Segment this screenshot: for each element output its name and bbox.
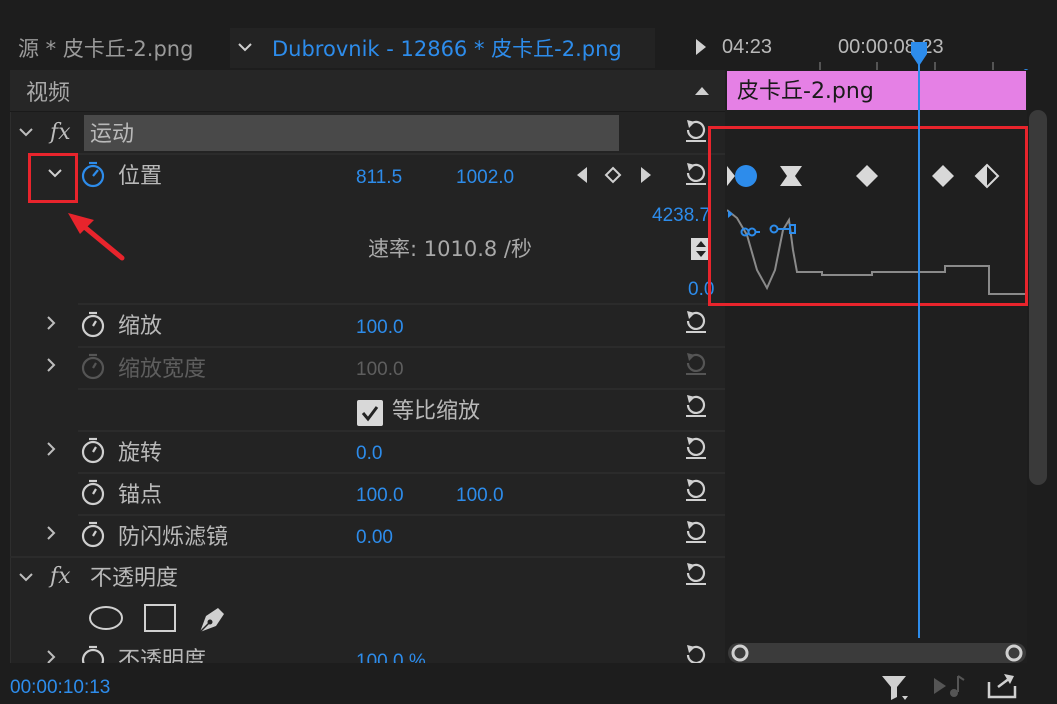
chevron-down-icon[interactable] <box>19 127 33 137</box>
motion-effect-bar[interactable] <box>84 115 619 151</box>
opacity-group-label: 不透明度 <box>90 566 179 591</box>
chevron-right-icon[interactable] <box>46 526 56 540</box>
time-ruler-left: 04:23 <box>722 36 773 58</box>
anti-flicker-value[interactable]: 0.00 <box>356 528 393 547</box>
anti-flicker-label: 防闪烁滤镜 <box>118 525 229 550</box>
vertical-scrollbar[interactable] <box>1029 110 1047 485</box>
rectangle-mask-icon[interactable] <box>143 603 177 633</box>
stopwatch-disabled-icon <box>80 352 106 380</box>
filter-icon[interactable] <box>880 672 910 702</box>
reset-icon[interactable] <box>683 117 709 143</box>
playhead-line[interactable] <box>918 55 920 638</box>
position-x-value[interactable]: 811.5 <box>356 168 402 187</box>
stopwatch-icon[interactable] <box>80 644 106 663</box>
stopwatch-icon[interactable] <box>80 310 106 338</box>
row-divider <box>10 556 725 558</box>
play-triangle-icon[interactable] <box>695 38 707 56</box>
reset-icon[interactable] <box>683 434 709 460</box>
export-icon[interactable] <box>986 672 1018 700</box>
position-y-value[interactable]: 1002.0 <box>456 168 514 187</box>
reset-icon[interactable] <box>683 392 709 418</box>
opacity-row-clip: 不透明度 100.0 % <box>10 640 725 663</box>
row-divider <box>78 388 725 390</box>
scale-value[interactable]: 100.0 <box>356 318 404 337</box>
row-divider <box>78 430 725 432</box>
collapse-up-icon[interactable] <box>694 86 710 96</box>
scale-width-label: 缩放宽度 <box>118 357 207 382</box>
play-audio-icon <box>932 672 966 700</box>
stopwatch-icon[interactable] <box>80 160 106 188</box>
chevron-right-icon[interactable] <box>46 358 56 372</box>
anchor-y-value[interactable]: 100.0 <box>456 486 504 505</box>
reset-icon[interactable] <box>683 560 709 586</box>
tab-sequence[interactable]: Dubrovnik - 12866 * 皮卡丘-2.png <box>272 39 622 60</box>
rotation-label: 旋转 <box>118 441 163 466</box>
current-timecode[interactable]: 00:00:10:13 <box>10 678 110 697</box>
motion-label: 运动 <box>90 122 135 147</box>
chevron-down-icon[interactable] <box>19 572 33 582</box>
zoom-handle-right[interactable] <box>1004 644 1024 664</box>
scale-width-value: 100.0 <box>356 359 404 380</box>
reset-icon[interactable] <box>683 642 709 663</box>
chevron-right-icon[interactable] <box>46 650 56 663</box>
highlight-box-graph <box>708 126 1028 306</box>
reset-disabled-icon <box>683 350 709 376</box>
anchor-x-value[interactable]: 100.0 <box>356 486 404 505</box>
ellipse-mask-icon[interactable] <box>88 605 124 631</box>
chevron-right-icon[interactable] <box>46 316 56 330</box>
opacity-label: 不透明度 <box>118 648 207 664</box>
next-keyframe-icon[interactable] <box>640 166 652 184</box>
video-section-header <box>10 70 725 112</box>
velocity-readout: 速率: 1010.8 /秒 <box>368 237 532 261</box>
anchor-label: 锚点 <box>118 483 163 508</box>
chevron-down-icon[interactable] <box>238 42 252 52</box>
scale-label: 缩放 <box>118 314 163 339</box>
fx-icon[interactable]: fx <box>50 566 71 588</box>
stopwatch-icon[interactable] <box>80 436 106 464</box>
reset-icon[interactable] <box>683 476 709 502</box>
add-keyframe-icon[interactable] <box>604 166 622 184</box>
highlight-box-chevron <box>28 153 78 203</box>
chevron-right-icon[interactable] <box>46 442 56 456</box>
stopwatch-icon[interactable] <box>80 520 106 548</box>
row-divider <box>78 346 725 348</box>
clip-name: 皮卡丘-2.png <box>737 79 874 104</box>
row-divider <box>78 472 725 474</box>
tab-source[interactable]: 源 * 皮卡丘-2.png <box>18 39 193 60</box>
fx-icon[interactable]: fx <box>50 122 71 144</box>
position-label: 位置 <box>118 164 163 189</box>
section-video-label: 视频 <box>26 81 71 106</box>
row-divider <box>78 303 725 305</box>
rotation-value[interactable]: 0.0 <box>356 444 382 463</box>
reset-icon[interactable] <box>683 160 709 186</box>
playhead-handle[interactable] <box>908 40 930 68</box>
pen-mask-icon[interactable] <box>196 602 230 636</box>
red-arrow-annotation <box>66 210 130 264</box>
stopwatch-icon[interactable] <box>80 478 106 506</box>
reset-icon[interactable] <box>683 308 709 334</box>
zoom-scrollbar[interactable] <box>728 643 1026 663</box>
ruler-ticks <box>725 56 1057 70</box>
row-divider <box>78 153 725 155</box>
opacity-value[interactable]: 100.0 % <box>356 652 426 663</box>
graph-max-value: 4238.7 <box>652 205 711 226</box>
checkbox-checked-icon[interactable] <box>357 400 383 426</box>
uniform-scale-label: 等比缩放 <box>392 399 481 424</box>
row-divider <box>78 514 725 516</box>
prev-keyframe-icon[interactable] <box>576 166 588 184</box>
reset-icon[interactable] <box>683 518 709 544</box>
zoom-handle-left[interactable] <box>730 644 750 664</box>
